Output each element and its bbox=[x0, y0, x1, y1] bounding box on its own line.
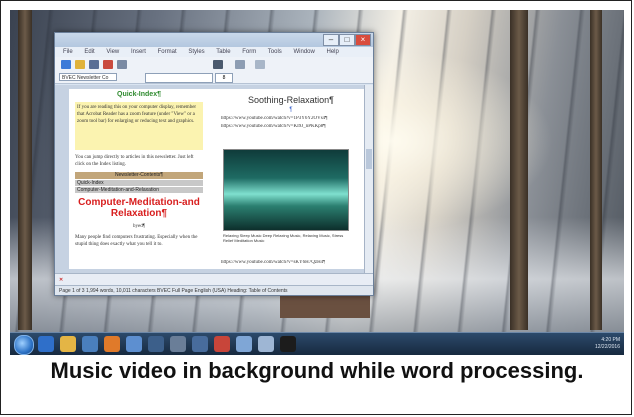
tray-time: 4:20 PM bbox=[601, 337, 620, 343]
maximize-button[interactable]: □ bbox=[339, 34, 355, 46]
article-byline: byed¶ bbox=[133, 224, 145, 229]
toolbar: BVEC Newsletter Co 8 bbox=[55, 57, 373, 84]
document-page[interactable]: Quick-Index¶ If you are reading this on … bbox=[69, 89, 365, 269]
menu-styles[interactable]: Styles bbox=[188, 49, 204, 55]
export-pdf-icon[interactable] bbox=[103, 60, 113, 69]
right-column: Soothing-Relaxation¶ ¶ https://www.youtu… bbox=[217, 89, 365, 269]
minimize-button[interactable]: – bbox=[323, 34, 339, 46]
status-bar: Page 1 of 3 1,994 words, 10,011 characte… bbox=[55, 285, 373, 295]
print-icon[interactable] bbox=[117, 60, 127, 69]
app-icon[interactable] bbox=[170, 336, 186, 352]
tree-trunk bbox=[18, 10, 32, 330]
firefox-icon[interactable] bbox=[104, 336, 120, 352]
tree-trunk bbox=[510, 10, 528, 330]
start-button[interactable] bbox=[14, 335, 34, 355]
tray-date: 12/22/2016 bbox=[594, 344, 620, 350]
save-icon[interactable] bbox=[89, 60, 99, 69]
menu-window[interactable]: Window bbox=[293, 49, 314, 55]
quick-index-heading: Quick-Index¶ bbox=[117, 91, 161, 98]
article-headline: Computer-Meditation-and Relaxation¶ bbox=[78, 197, 200, 219]
scrollbar-thumb[interactable] bbox=[366, 149, 372, 169]
writer-icon[interactable] bbox=[236, 336, 252, 352]
font-name-select[interactable] bbox=[145, 73, 213, 83]
paragraph-style-select[interactable]: BVEC Newsletter Co bbox=[59, 73, 117, 81]
media-player-icon[interactable] bbox=[82, 336, 98, 352]
left-column: Quick-Index¶ If you are reading this on … bbox=[69, 89, 209, 269]
newsletter-contents-heading: Newsletter-Contents¶ bbox=[75, 172, 203, 179]
close-find-icon[interactable]: ✕ bbox=[59, 277, 63, 283]
undo-icon[interactable] bbox=[255, 60, 265, 69]
video-thumbnail[interactable] bbox=[223, 149, 349, 231]
table-icon[interactable] bbox=[235, 60, 245, 69]
font-size-select[interactable]: 8 bbox=[215, 73, 233, 83]
video-caption: Relaxing Sleep Music Deep Relaxing Music… bbox=[223, 233, 344, 243]
window-titlebar[interactable]: – □ × bbox=[55, 33, 373, 47]
browser-icon[interactable] bbox=[38, 336, 54, 352]
app-icon[interactable] bbox=[126, 336, 142, 352]
menu-insert[interactable]: Insert bbox=[131, 49, 146, 55]
menu-form[interactable]: Form bbox=[242, 49, 256, 55]
taskbar: 4:20 PM 12/22/2016 bbox=[10, 332, 624, 355]
menu-view[interactable]: View bbox=[106, 49, 119, 55]
menu-file[interactable]: File bbox=[63, 49, 73, 55]
close-button[interactable]: × bbox=[355, 34, 371, 46]
youtube-link[interactable]: https://www.youtube.com/watch?v=KI9J_nPK… bbox=[221, 124, 361, 129]
figure-caption: Music video in background while word pro… bbox=[50, 358, 584, 383]
font-icon[interactable] bbox=[213, 60, 223, 69]
youtube-link[interactable]: https://www.youtube.com/watch?v=sKY6H7Qz… bbox=[221, 260, 325, 265]
menu-table[interactable]: Table bbox=[216, 49, 230, 55]
app-icon[interactable] bbox=[192, 336, 208, 352]
article-body: Many people find computers frustrating. … bbox=[75, 235, 198, 247]
app-icon[interactable] bbox=[280, 336, 296, 352]
file-explorer-icon[interactable] bbox=[60, 336, 76, 352]
menu-tools[interactable]: Tools bbox=[268, 49, 282, 55]
menu-help[interactable]: Help bbox=[327, 49, 339, 55]
menu-format[interactable]: Format bbox=[158, 49, 177, 55]
menu-edit[interactable]: Edit bbox=[84, 49, 94, 55]
intro-note: If you are reading this on your computer… bbox=[75, 102, 203, 150]
app-icon[interactable] bbox=[148, 336, 164, 352]
system-tray[interactable]: 4:20 PM 12/22/2016 bbox=[595, 337, 620, 351]
pilcrow-mark: ¶ bbox=[289, 107, 293, 113]
menu-bar: File Edit View Insert Format Styles Tabl… bbox=[55, 47, 373, 57]
youtube-link[interactable]: https://www.youtube.com/watch?v=1P3Y6Y2O… bbox=[221, 116, 361, 121]
document-area[interactable]: Quick-Index¶ If you are reading this on … bbox=[55, 85, 373, 273]
new-document-icon[interactable] bbox=[61, 60, 71, 69]
open-folder-icon[interactable] bbox=[75, 60, 85, 69]
app-icon[interactable] bbox=[214, 336, 230, 352]
document-icon[interactable] bbox=[258, 336, 274, 352]
tree-trunk bbox=[590, 10, 602, 330]
contents-row[interactable]: Computer-Meditation-and-Relaxation bbox=[75, 187, 203, 193]
word-processor-window[interactable]: – □ × File Edit View Insert Format Style… bbox=[54, 32, 374, 296]
desktop-screenshot: – □ × File Edit View Insert Format Style… bbox=[10, 10, 624, 355]
soothing-relaxation-heading: Soothing-Relaxation¶ bbox=[248, 95, 334, 105]
contents-row[interactable]: Quick-Index bbox=[75, 180, 203, 186]
jump-note: You can jump directly to articles in thi… bbox=[75, 155, 194, 167]
vertical-scrollbar[interactable] bbox=[364, 85, 373, 273]
